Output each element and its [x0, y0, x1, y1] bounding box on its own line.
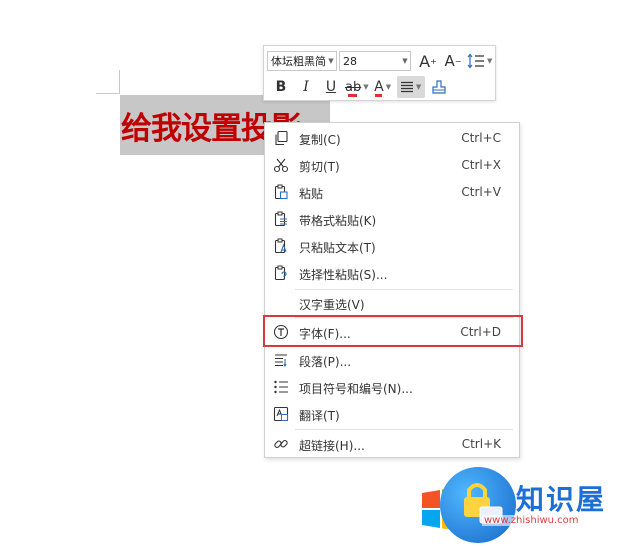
chevron-down-icon: ▼	[363, 83, 369, 91]
paste-text-icon	[274, 238, 287, 254]
line-spacing-button[interactable]: ▼	[467, 50, 492, 72]
menu-separator	[295, 289, 513, 290]
line-spacing-icon	[467, 53, 484, 69]
font-size-combo[interactable]: 28 ▼	[339, 51, 411, 71]
menu-item-paste-text-only[interactable]: 只粘贴文本(T)	[265, 234, 519, 258]
watermark-url: www.zhishiwu.com	[482, 515, 581, 526]
chevron-down-icon: ▼	[328, 57, 334, 65]
font-color-button[interactable]: A ▼	[372, 76, 394, 98]
mini-toolbar: 体坛粗黑简 ▼ 28 ▼ A + A − ▼ B I U ab ▼ A ▼ ▼	[263, 45, 496, 101]
menu-item-paragraph[interactable]: 段落(P)...	[265, 348, 519, 372]
menu-item-hyperlink[interactable]: 超链接(H)... Ctrl+K	[265, 432, 519, 456]
translate-icon	[273, 406, 289, 422]
font-color-bar	[374, 94, 382, 97]
page-margin-mark-vertical	[119, 70, 120, 94]
menu-item-font[interactable]: 字体(F)... Ctrl+D	[265, 320, 519, 344]
menu-item-translate[interactable]: 翻译(T)	[265, 402, 519, 426]
link-icon	[274, 440, 288, 448]
align-button[interactable]: ▼	[396, 76, 425, 98]
lock-icon	[464, 483, 503, 524]
copy-icon	[275, 130, 288, 146]
paste-icon	[274, 184, 288, 200]
menu-item-bullets-numbering[interactable]: 项目符号和编号(N)...	[265, 375, 519, 399]
scissors-icon	[273, 158, 289, 173]
menu-item-cut[interactable]: 剪切(T) Ctrl+X	[265, 153, 519, 177]
menu-item-paste-with-format[interactable]: 带格式粘贴(K)	[265, 207, 519, 231]
minus-icon: −	[454, 56, 462, 66]
format-painter-icon	[432, 80, 446, 94]
chevron-down-icon: ▼	[385, 83, 392, 91]
menu-item-paste[interactable]: 粘贴 Ctrl+V	[265, 180, 519, 204]
font-name-value: 体坛粗黑简	[271, 55, 326, 68]
italic-button[interactable]: I	[295, 76, 317, 98]
bold-button[interactable]: B	[270, 76, 292, 98]
paste-format-icon	[274, 211, 287, 227]
font-icon	[273, 324, 289, 340]
highlight-button[interactable]: ab ▼	[345, 76, 369, 98]
watermark-brand: 知识屋	[516, 483, 607, 516]
bullet-list-icon	[274, 380, 288, 394]
chevron-down-icon: ▼	[415, 83, 422, 91]
menu-separator	[295, 429, 513, 430]
chevron-down-icon: ▼	[487, 57, 493, 65]
menu-item-copy[interactable]: 复制(C) Ctrl+C	[265, 126, 519, 150]
context-menu: 复制(C) Ctrl+C 剪切(T) Ctrl+X 粘贴 Ctrl+V 带格式粘…	[264, 122, 520, 458]
menu-separator	[295, 317, 513, 318]
format-painter-button[interactable]	[428, 76, 450, 98]
paste-special-icon	[274, 265, 287, 281]
menu-item-paste-special[interactable]: 选择性粘贴(S)...	[265, 261, 519, 285]
plus-icon: +	[430, 56, 437, 66]
grow-font-button[interactable]: A +	[417, 50, 439, 72]
font-name-combo[interactable]: 体坛粗黑简 ▼	[267, 51, 337, 71]
chevron-down-icon: ▼	[402, 57, 408, 65]
shrink-font-button[interactable]: A −	[442, 50, 464, 72]
menu-item-reselect-chinese[interactable]: 汉字重选(V)	[265, 291, 519, 315]
page-margin-mark-horizontal	[96, 93, 120, 94]
font-size-value: 28	[343, 54, 357, 68]
paragraph-icon	[275, 354, 287, 368]
watermark-badge	[440, 467, 516, 543]
align-icon	[400, 81, 413, 93]
highlight-color-bar	[348, 94, 357, 97]
underline-button[interactable]: U	[320, 76, 342, 98]
